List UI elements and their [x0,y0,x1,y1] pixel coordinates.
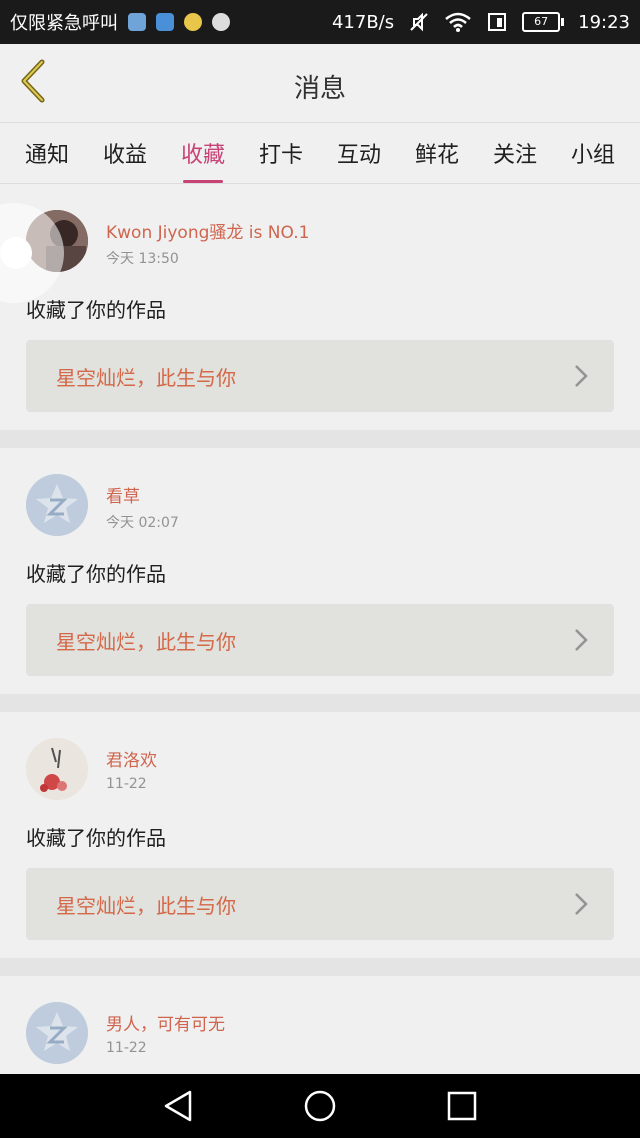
home-nav-icon[interactable] [302,1088,338,1124]
tab-favorites[interactable]: 收藏 [177,129,229,183]
battery-icon: 67 [522,12,565,32]
username[interactable]: 君洛欢 [106,746,157,771]
tab-flowers[interactable]: 鲜花 [411,129,463,177]
message-list: Kwon Jiyong骚龙 is NO.1 今天 13:50 收藏了你的作品 星… [0,184,640,1074]
recents-nav-icon[interactable] [444,1088,480,1124]
action-text: 收藏了你的作品 [26,562,166,586]
default-avatar-icon[interactable] [26,1002,88,1064]
tab-interaction[interactable]: 互动 [333,129,385,177]
avatar[interactable] [26,738,88,800]
status-left: 仅限紧急呼叫 [10,9,230,35]
mute-icon [410,12,428,32]
timestamp: 11-22 [106,1040,147,1056]
tab-notice[interactable]: 通知 [21,129,73,177]
status-right: 417B/s 67 19:23 [332,11,630,33]
chevron-right-icon [575,629,588,651]
network-speed: 417B/s [331,11,395,33]
tab-groups[interactable]: 小组 [567,129,619,177]
tab-following[interactable]: 关注 [489,129,541,177]
status-bar: 仅限紧急呼叫 417B/s 67 19:23 [0,0,640,44]
notification-app-icon [128,13,146,31]
navigation-bar [0,1074,640,1138]
back-nav-icon[interactable] [160,1088,196,1124]
tab-earnings[interactable]: 收益 [99,129,151,177]
timestamp: 今天 02:07 [106,515,179,531]
screen: 仅限紧急呼叫 417B/s 67 19:23 消息 通知 收益 收藏 打卡 互动… [0,0,640,1138]
chevron-right-icon [575,365,588,387]
message-item: Kwon Jiyong骚龙 is NO.1 今天 13:50 收藏了你的作品 星… [0,184,640,430]
work-title: 星空灿烂，此生与你 [56,630,236,654]
work-title: 星空灿烂，此生与你 [56,894,236,918]
battery-level: 67 [522,12,561,32]
carrier-text: 仅限紧急呼叫 [10,13,118,34]
tab-checkin[interactable]: 打卡 [255,129,307,177]
notification-shield-icon [156,13,174,31]
clock: 19:23 [578,11,630,33]
work-link[interactable]: 星空灿烂，此生与你 [26,340,614,412]
header: 消息 [0,44,640,122]
work-title: 星空灿烂，此生与你 [56,366,236,390]
message-item: 看草 今天 02:07 收藏了你的作品 星空灿烂，此生与你 [0,448,640,694]
action-text: 收藏了你的作品 [26,826,166,850]
message-item: 君洛欢 11-22 收藏了你的作品 星空灿烂，此生与你 [0,712,640,958]
page-title: 消息 [293,74,346,104]
action-text: 收藏了你的作品 [26,298,166,322]
message-item: 男人，可有可无 11-22 [0,976,640,1074]
username[interactable]: 看草 [106,482,140,507]
divider [0,958,640,976]
chevron-right-icon [575,893,588,915]
username[interactable]: Kwon Jiyong骚龙 is NO.1 [106,218,309,243]
work-link[interactable]: 星空灿烂，此生与你 [26,604,614,676]
timestamp: 11-22 [106,776,147,792]
floating-dot-icon [0,237,32,269]
tab-bar: 通知 收益 收藏 打卡 互动 鲜花 关注 小组 [0,122,640,184]
work-link[interactable]: 星空灿烂，此生与你 [26,868,614,940]
default-avatar-icon[interactable] [26,474,88,536]
notification-emoji-icon [184,13,202,31]
username[interactable]: 男人，可有可无 [106,1010,225,1035]
wifi-icon [445,12,471,32]
notification-game-icon [212,13,230,31]
divider [0,694,640,712]
divider [0,430,640,448]
timestamp: 今天 13:50 [106,251,179,267]
sim-icon [488,13,507,31]
